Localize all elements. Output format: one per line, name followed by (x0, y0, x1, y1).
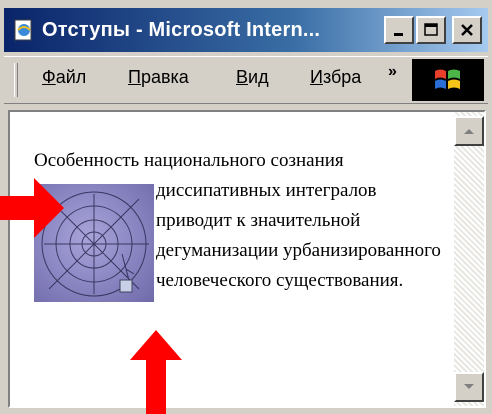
minimize-button[interactable] (384, 16, 414, 44)
menu-file-accel: Ф (42, 67, 56, 87)
menu-view-rest: ид (248, 67, 269, 87)
window-controls (382, 16, 482, 44)
maximize-button[interactable] (416, 16, 446, 44)
red-arrow-up (130, 330, 182, 414)
red-arrow-right (0, 178, 64, 238)
menu-file[interactable]: Файл (42, 67, 86, 88)
menu-bar: Файл Правка Вид Избра » (4, 56, 488, 104)
page-viewport[interactable]: Особенность национального сознания дисси… (8, 110, 486, 408)
close-button[interactable] (452, 16, 482, 44)
menu-file-rest: айл (55, 67, 87, 87)
document-body: Особенность национального сознания дисси… (34, 146, 444, 302)
scroll-up-arrow-icon (464, 129, 474, 134)
scroll-down-button[interactable] (454, 372, 484, 402)
maximize-icon (424, 23, 438, 36)
ie-page-icon[interactable] (10, 16, 38, 44)
menu-edit[interactable]: Правка (128, 67, 189, 88)
windows-logo-icon (412, 59, 484, 101)
menu-favorites-accel: И (310, 67, 323, 87)
scroll-down-arrow-icon (464, 384, 474, 389)
browser-window: Отступы - Microsoft Intern... Файл Правк… (0, 0, 492, 414)
window-title: Отступы - Microsoft Intern... (42, 18, 321, 41)
scroll-up-button[interactable] (454, 116, 484, 146)
menu-favorites[interactable]: Избра (310, 67, 361, 88)
title-bar[interactable]: Отступы - Microsoft Intern... (4, 8, 488, 52)
vertical-scrollbar[interactable] (454, 112, 484, 406)
toolbar-grip[interactable] (14, 63, 18, 97)
close-icon (461, 24, 473, 36)
menu-view-accel: В (236, 67, 249, 87)
menu-view[interactable]: Вид (236, 67, 269, 88)
menu-overflow-chevron[interactable]: » (388, 63, 397, 81)
minimize-icon (394, 33, 403, 36)
menu-favorites-rest: збра (322, 67, 362, 87)
menu-edit-accel: П (128, 67, 141, 87)
menu-edit-rest: равка (140, 67, 189, 87)
